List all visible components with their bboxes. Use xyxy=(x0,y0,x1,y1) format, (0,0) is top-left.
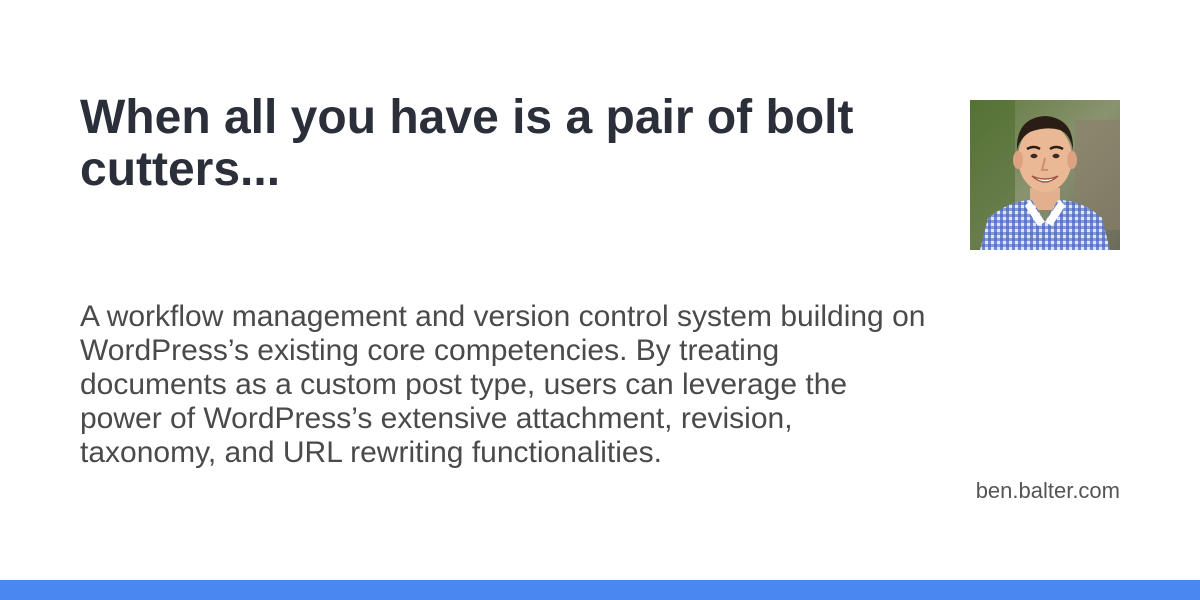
site-domain: ben.balter.com xyxy=(975,478,1120,503)
author-avatar xyxy=(970,100,1120,250)
accent-bar xyxy=(0,580,1200,600)
page-title: When all you have is a pair of bolt cutt… xyxy=(80,91,854,196)
page-description: A workflow management and version contro… xyxy=(80,300,926,469)
social-card: When all you have is a pair of bolt cutt… xyxy=(0,0,1200,600)
